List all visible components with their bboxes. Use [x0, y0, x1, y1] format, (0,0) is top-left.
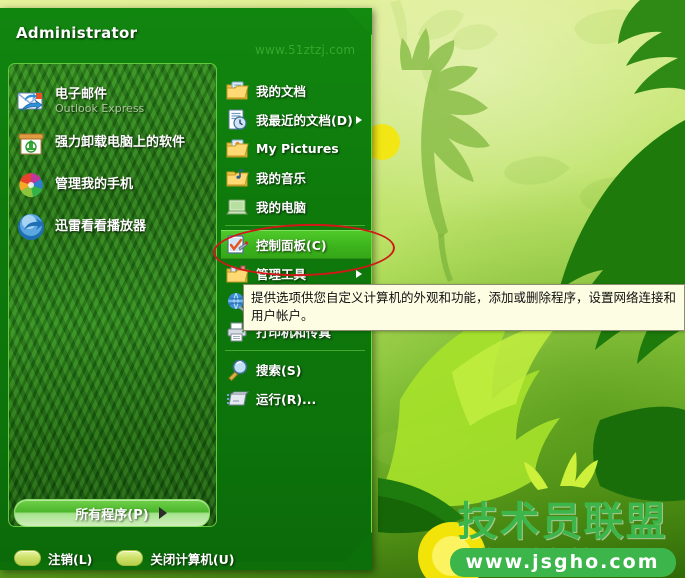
menu-item-label: 我的电脑	[256, 200, 307, 215]
chevron-right-icon	[159, 507, 167, 519]
menu-separator-1	[225, 225, 365, 226]
menu-item-recent-documents[interactable]: 我最近的文档(D)	[221, 105, 369, 134]
menu-item-control-panel[interactable]: 控制面板(C)	[221, 230, 371, 259]
my-documents-icon	[225, 79, 249, 103]
my-music-icon	[225, 166, 249, 190]
program-item-email[interactable]: 电子邮件 Outlook Express	[15, 84, 211, 118]
menu-item-my-pictures[interactable]: My Pictures	[221, 134, 369, 163]
menu-item-my-computer[interactable]: 我的电脑	[221, 192, 369, 221]
submenu-arrow-icon	[356, 116, 362, 124]
pinned-programs-list: 电子邮件 Outlook Express 强力卸载电脑上的软件 管理我的手机 迅…	[8, 63, 217, 527]
menu-item-search[interactable]: 搜索(S)	[221, 355, 369, 384]
admin-tools-icon	[225, 262, 249, 286]
shut-down-label: 关闭计算机(U)	[150, 551, 235, 567]
submenu-arrow-icon	[356, 270, 362, 278]
log-off-label: 注销(L)	[48, 551, 93, 567]
menu-item-label: 管理工具	[256, 267, 307, 282]
program-label: 迅雷看看播放器	[55, 219, 147, 235]
search-icon	[225, 358, 249, 382]
program-label: 电子邮件	[55, 86, 108, 102]
screen: jisuyab.baidu.com 技术员联盟 www.jsgho.com Ad…	[0, 0, 685, 578]
menu-item-label: 我的文档	[256, 84, 307, 99]
phone-manager-icon	[15, 169, 47, 201]
menu-item-my-music[interactable]: 我的音乐	[221, 163, 369, 192]
all-programs-wrapper: 所有程序(P)	[14, 499, 210, 527]
menu-item-label: My Pictures	[256, 141, 339, 156]
tooltip: 提供选项供您自定义计算机的外观和功能，添加或删除程序，设置网络连接和用户帐户。	[243, 284, 685, 332]
start-menu-footer: 注销(L) 关闭计算机(U)	[0, 541, 372, 575]
menu-item-label: 控制面板(C)	[256, 238, 327, 253]
uninstall-icon	[15, 127, 47, 159]
program-item-phone-manager[interactable]: 管理我的手机	[15, 168, 211, 202]
my-computer-icon	[225, 195, 249, 219]
xunlei-player-icon	[15, 211, 47, 243]
shut-down-icon	[116, 550, 144, 566]
site-watermark: www.51ztzj.com	[255, 43, 356, 57]
menu-item-label: 运行(R)...	[256, 392, 317, 407]
control-panel-icon	[225, 233, 249, 257]
shut-down-button[interactable]: 关闭计算机(U)	[116, 549, 234, 568]
email-icon	[15, 85, 47, 117]
user-name: Administrator	[16, 24, 138, 42]
menu-item-label: 我最近的文档(D)	[256, 113, 353, 128]
run-icon	[225, 387, 249, 411]
flower-yellow	[418, 522, 486, 578]
program-item-xunlei-player[interactable]: 迅雷看看播放器	[15, 210, 211, 244]
program-item-uninstaller[interactable]: 强力卸载电脑上的软件	[15, 126, 211, 160]
menu-item-my-documents[interactable]: 我的文档	[221, 76, 369, 105]
menu-item-run[interactable]: 运行(R)...	[221, 384, 369, 413]
menu-item-label: 我的音乐	[256, 171, 307, 186]
all-programs-button[interactable]: 所有程序(P)	[14, 499, 210, 527]
watermark-title: 技术员联盟	[457, 498, 668, 545]
desktop-watermark: jisuyab.baidu.com 技术员联盟 www.jsgho.com	[440, 500, 685, 578]
program-label: 强力卸载电脑上的软件	[55, 135, 186, 151]
program-sublabel: Outlook Express	[55, 101, 145, 115]
watermark-ghost-text: jisuyab.baidu.com	[481, 544, 644, 563]
log-off-icon	[14, 550, 41, 566]
system-menu-list: 我的文档 我最近的文档(D) My Pictures 我的音乐 我的电脑 控制面…	[221, 76, 371, 413]
watermark-url: www.jsgho.com	[449, 547, 676, 577]
program-label: 管理我的手机	[55, 177, 134, 193]
all-programs-label: 所有程序(P)	[75, 507, 149, 523]
menu-item-label: 搜索(S)	[256, 363, 302, 378]
log-off-button[interactable]: 注销(L)	[14, 549, 92, 568]
my-pictures-icon	[225, 137, 249, 161]
menu-separator-2	[225, 350, 365, 351]
recent-documents-icon	[225, 108, 249, 132]
